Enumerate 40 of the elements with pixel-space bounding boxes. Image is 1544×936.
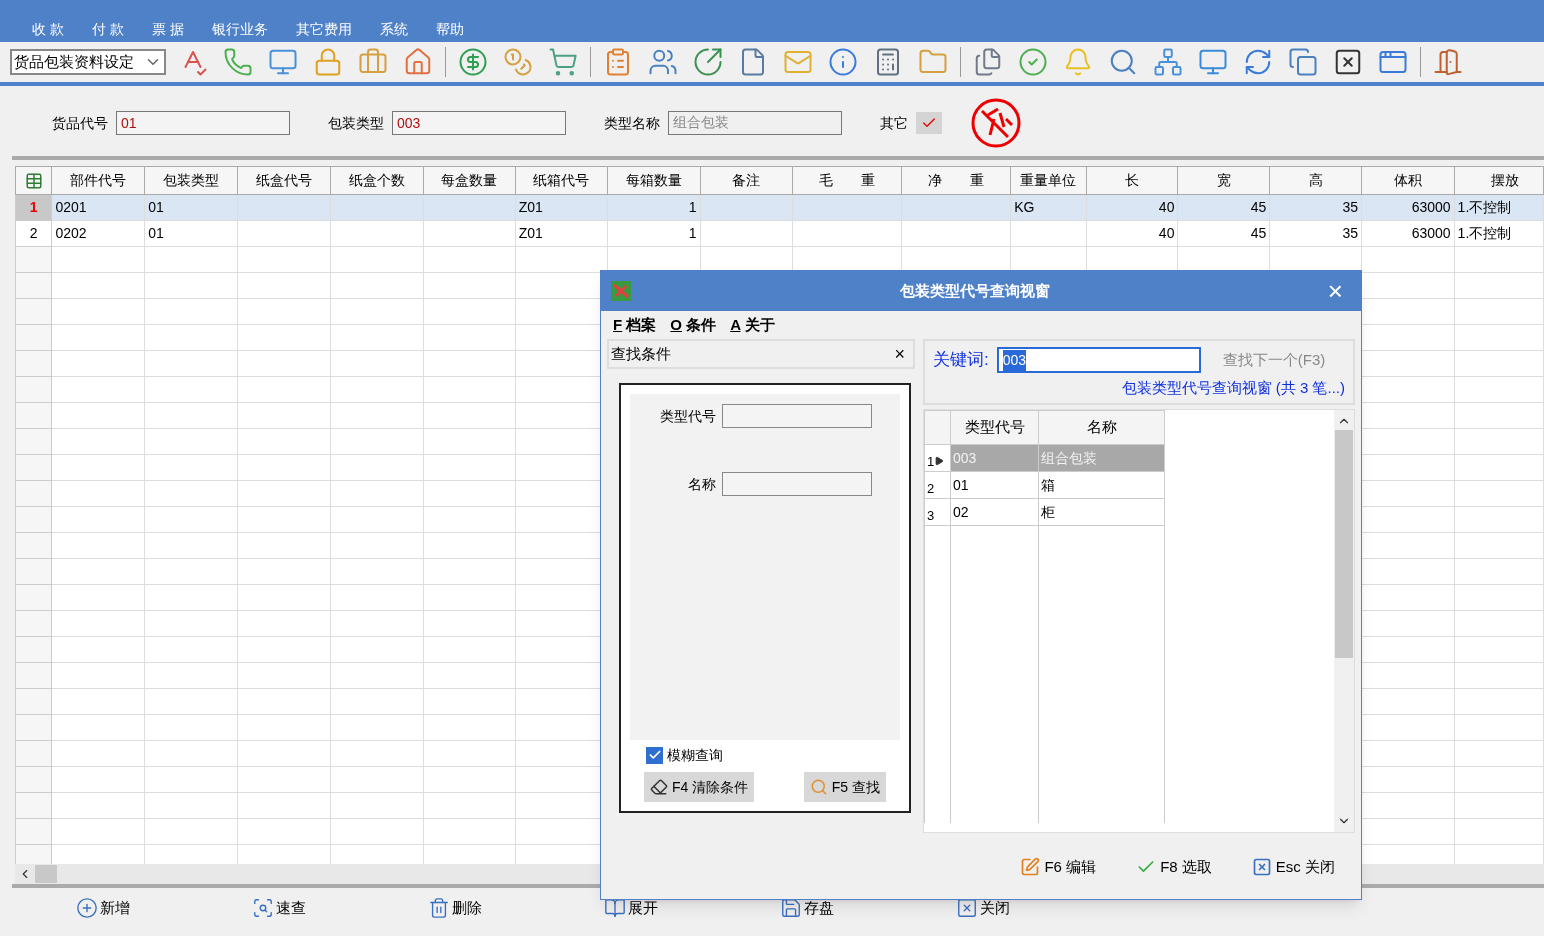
table-cell: 0202 bbox=[51, 220, 145, 247]
table-cell: 45 bbox=[1177, 220, 1270, 247]
table-cell: 1.不控制 bbox=[1454, 220, 1544, 247]
table-cell: 1.不控制 bbox=[1454, 194, 1544, 221]
row-number: 3 bbox=[924, 498, 951, 526]
table-cell: 35 bbox=[1269, 220, 1362, 247]
keyword-label: 关键词: bbox=[933, 349, 989, 372]
table-cell: 02 bbox=[950, 498, 1039, 526]
table-cell: 1 bbox=[607, 220, 700, 247]
table-cell: 箱 bbox=[1038, 471, 1165, 499]
record-summary: 包装类型代号查询视窗 (共 3 笔...) bbox=[1120, 378, 1345, 398]
table-cell: 63000 bbox=[1361, 194, 1455, 221]
table-cell: 01 bbox=[950, 471, 1039, 499]
table-cell: Z01 bbox=[515, 194, 608, 221]
row-number: 1 bbox=[924, 444, 951, 472]
field-label: 包装类型 bbox=[328, 113, 384, 133]
table-cell: 003 bbox=[950, 444, 1039, 472]
table-cell: 35 bbox=[1269, 194, 1362, 221]
table-cell: 01 bbox=[144, 220, 238, 247]
table-cell: 63000 bbox=[1361, 220, 1455, 247]
table-cell: 组合包装 bbox=[1038, 444, 1165, 472]
row-number: 2 bbox=[15, 220, 52, 247]
table-cell: KG bbox=[1010, 194, 1087, 221]
field-label: 货品代号 bbox=[52, 113, 108, 133]
table-cell: 柜 bbox=[1038, 498, 1165, 526]
field-label: 名称 bbox=[688, 474, 716, 494]
table-cell: 1 bbox=[607, 194, 700, 221]
table-cell: 0201 bbox=[51, 194, 145, 221]
field-label: 其它 bbox=[880, 113, 908, 133]
row-number: 1 bbox=[15, 194, 52, 221]
table-cell: Z01 bbox=[515, 220, 608, 247]
row-number: 2 bbox=[924, 471, 951, 499]
field-label: 类型代号 bbox=[660, 406, 716, 426]
table-cell: 01 bbox=[144, 194, 238, 221]
panel-title: 查找条件 bbox=[611, 343, 671, 364]
table-cell: 40 bbox=[1086, 194, 1178, 221]
table-cell: 45 bbox=[1177, 194, 1270, 221]
dialog-title: 包装类型代号查询视窗 bbox=[899, 280, 1052, 301]
field-label: 类型名称 bbox=[604, 113, 660, 133]
table-cell: 40 bbox=[1086, 220, 1178, 247]
